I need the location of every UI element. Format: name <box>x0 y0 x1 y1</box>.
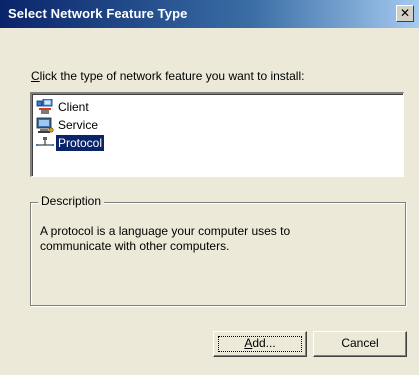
description-group <box>30 202 406 306</box>
client-icon <box>36 98 54 115</box>
focus-rect <box>218 336 302 352</box>
dialog-window: Select Network Feature Type ✕ Click the … <box>0 0 419 375</box>
description-legend: Description <box>38 194 105 208</box>
list-item-label: Client <box>58 100 89 114</box>
list-item-label: Protocol <box>54 134 106 152</box>
add-button[interactable]: Add... <box>213 331 307 357</box>
prompt-text: lick the type of network feature you wan… <box>39 69 305 83</box>
close-icon: ✕ <box>399 6 411 20</box>
dialog-title: Select Network Feature Type <box>8 6 188 21</box>
list-item-service[interactable]: Service <box>36 116 100 134</box>
service-icon <box>36 117 54 133</box>
close-button[interactable]: ✕ <box>396 5 414 22</box>
list-item-label: Service <box>58 118 99 132</box>
description-text: A protocol is a language your computer u… <box>40 224 291 253</box>
feature-type-list[interactable]: Client Service Protocol <box>30 92 404 177</box>
prompt-accelerator: C <box>31 69 40 83</box>
protocol-icon <box>36 135 54 151</box>
title-bar[interactable]: Select Network Feature Type ✕ <box>0 0 419 28</box>
cancel-button[interactable]: Cancel <box>313 331 407 357</box>
list-item-protocol[interactable]: Protocol <box>36 134 106 152</box>
install-prompt: Click the type of network feature you wa… <box>31 69 304 83</box>
list-item-client[interactable]: Client <box>36 98 91 116</box>
